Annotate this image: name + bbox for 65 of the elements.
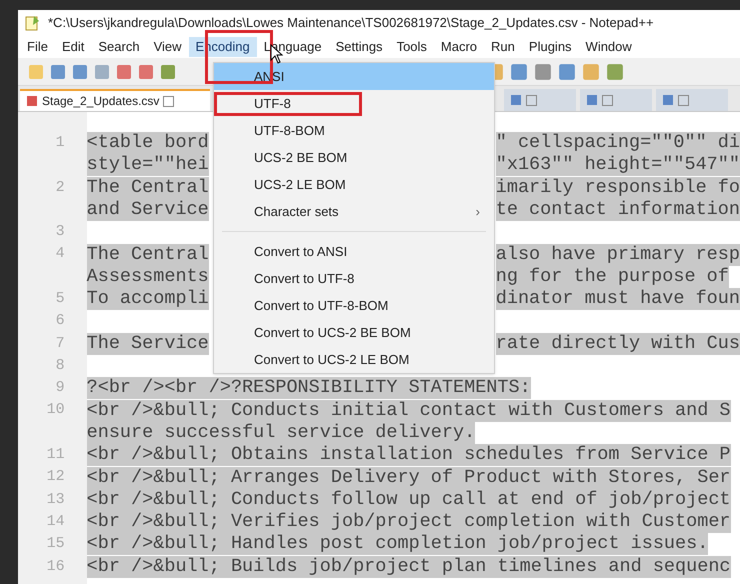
code-text: The Service [86, 332, 209, 355]
line-number: 5 [56, 288, 65, 309]
line-number: 13 [46, 490, 65, 510]
code-text: <br />&bull; Obtains installation schedules from Service P [86, 444, 731, 466]
code-text: imarily responsible fo [496, 176, 740, 199]
code-text: <br />&bull; Handles post completion job/project issues. [86, 533, 708, 556]
code-text: ?<br /><br />?RESPONSIBILITY STATEMENTS: [86, 377, 531, 400]
line-number: 3 [56, 222, 65, 242]
line-number: 2 [56, 178, 65, 198]
line-number: 9 [56, 378, 65, 398]
menu-option[interactable]: Character sets › [214, 198, 494, 225]
menu-item[interactable]: Window [578, 37, 639, 57]
line-number: 14 [46, 512, 65, 532]
menu-option[interactable]: Convert to UCS-2 BE BOM [214, 319, 494, 346]
line-number: 1 [56, 132, 65, 153]
code-text: <br />&bull; Conducts follow up call at end of job/project [86, 488, 731, 511]
code-text: To accompli [86, 288, 209, 310]
menu-item[interactable]: Macro [434, 37, 484, 57]
menu-item[interactable]: Settings [328, 37, 390, 57]
menu-option[interactable]: UTF-8-BOM [214, 117, 494, 144]
line-number: 16 [46, 556, 65, 577]
code-text: The Central [86, 176, 209, 199]
line-number: 8 [56, 356, 65, 376]
code-text: rate directly with Cus [496, 332, 740, 355]
menu-option[interactable]: Convert to ANSI [214, 238, 494, 265]
submenu-arrow: › [476, 202, 480, 221]
menu-option[interactable]: Convert to UTF-8 [214, 265, 494, 292]
line-number: 12 [46, 467, 65, 488]
line-number: 6 [56, 311, 65, 332]
code-text: te contact information [496, 199, 740, 222]
code-text: <br />&bull; Builds job/project plan timelines and sequenc [86, 556, 731, 578]
code-text: <br />&bull; Arranges Delivery of Product with Stores, Ser [86, 466, 731, 489]
code-text: " cellspacing=""0"" di [496, 132, 740, 154]
menu-option[interactable]: UCS-2 BE BOM [214, 144, 494, 171]
code-text: <br />&bull; Conducts initial contact with Customers and S [86, 400, 731, 422]
menu-item[interactable]: Search [91, 37, 147, 57]
window-title: *C:\Users\jkandregula\Downloads\Lowes Maintenance\TS002681972\Stage_2_Updates.csv - Notepad++ [48, 14, 654, 32]
line-number: 11 [46, 445, 65, 466]
code-text: <br />&bull; Verifies job/project completion with Customer [86, 511, 731, 534]
menu-item[interactable]: Tools [390, 37, 434, 57]
code-text: ng for the purpose of [496, 266, 729, 288]
menu-option[interactable]: UTF-8 [214, 90, 494, 117]
code-text: <table bord [86, 132, 209, 154]
code-text: dinator must have foun [496, 288, 740, 310]
code-text: The Central [86, 244, 209, 266]
code-text: and Service [86, 199, 209, 222]
tab-label: Stage_2_Updates.csv [42, 93, 160, 110]
menu-option[interactable]: Convert to UCS-2 LE BOM [214, 346, 494, 373]
line-number: 10 [46, 400, 65, 420]
menu-option[interactable]: Convert to UTF-8-BOM [214, 292, 494, 319]
code-text: Assessments [86, 266, 209, 288]
line-number: 7 [56, 334, 65, 354]
menu-item[interactable]: Plugins [522, 37, 579, 57]
menu-item[interactable]: File [20, 37, 55, 57]
code-text: ensure successful service delivery. [86, 422, 476, 444]
menu-item[interactable]: View [146, 37, 189, 57]
line-number: 4 [56, 244, 65, 264]
code-text: also have primary resp [496, 244, 740, 266]
menu-item[interactable]: Edit [54, 37, 92, 57]
file-tab[interactable]: Stage_2_Updates.csv [20, 89, 210, 111]
menu-option[interactable]: UCS-2 LE BOM [214, 171, 494, 198]
code-text: style=""hei [86, 154, 209, 176]
code-text: "x163"" height=""547"" [496, 154, 740, 176]
menu-item[interactable]: Run [484, 37, 522, 57]
line-number: 15 [46, 534, 65, 554]
